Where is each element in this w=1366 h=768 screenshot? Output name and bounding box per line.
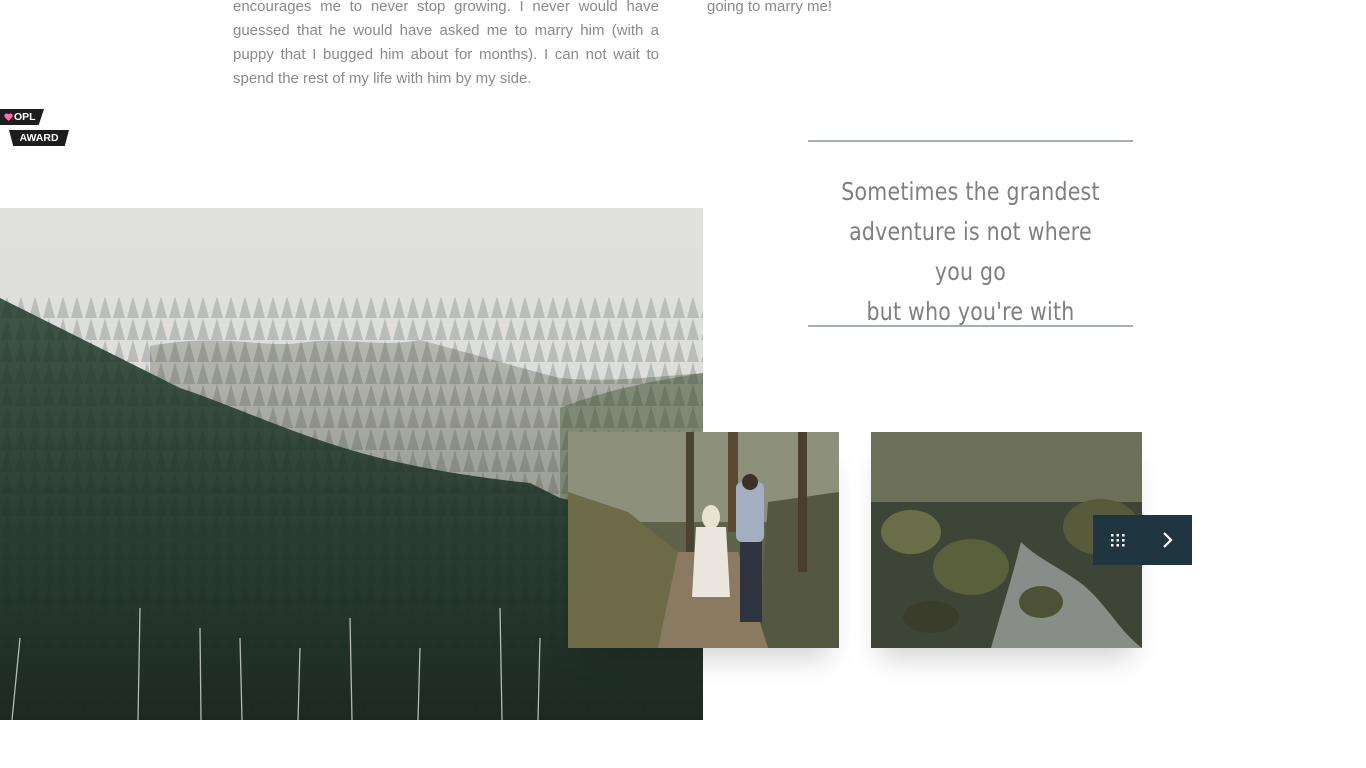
- couple-hiking-image: [568, 432, 839, 648]
- award-label-bottom: AWARD: [9, 130, 69, 146]
- heart-icon: [4, 113, 13, 121]
- chevron-right-icon: [1163, 532, 1173, 548]
- gallery-controls: [1093, 515, 1192, 565]
- award-label-top: OPL: [0, 109, 44, 125]
- grid-icon: [1110, 534, 1125, 547]
- story-paragraph: encourages me to never stop growing. I n…: [233, 0, 659, 87]
- quote-line-1: Sometimes the grandest: [841, 177, 1100, 206]
- quote-bottom-divider: [808, 325, 1133, 327]
- gallery-grid-button[interactable]: [1093, 515, 1143, 565]
- pull-quote: Sometimes the grandest adventure is not …: [837, 172, 1104, 332]
- story-paragraph-right: going to marry me!: [707, 0, 833, 15]
- gallery-next-button[interactable]: [1143, 515, 1193, 565]
- opl-award-badge[interactable]: OPL AWARD: [0, 109, 72, 149]
- quote-top-divider: [808, 140, 1133, 142]
- award-line1: OPL: [14, 111, 36, 123]
- quote-line-2: adventure is not where you go: [849, 217, 1092, 286]
